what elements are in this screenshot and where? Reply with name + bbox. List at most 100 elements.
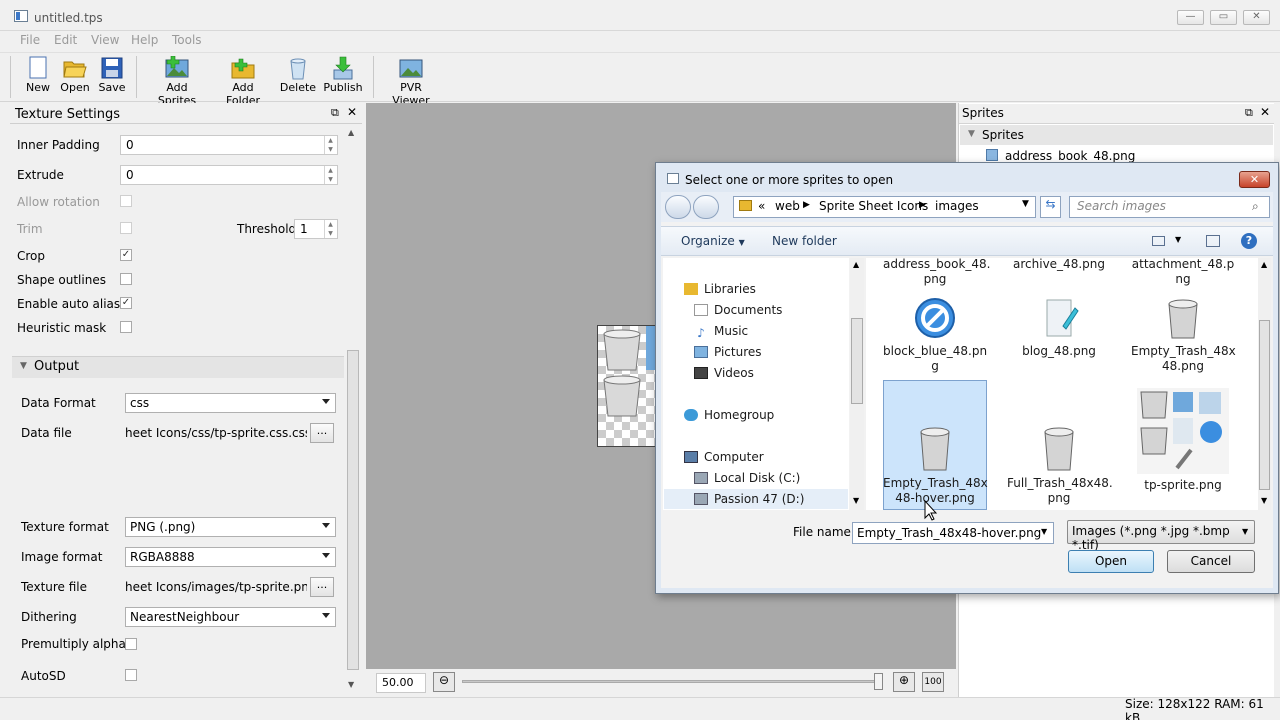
dithering-select[interactable]: NearestNeighbour <box>125 607 336 627</box>
breadcrumb-separator-icon[interactable]: ▶ <box>803 200 810 210</box>
autosd-checkbox[interactable] <box>125 669 137 681</box>
refresh-icon[interactable]: ⇆ <box>1040 196 1061 218</box>
file-full-trash[interactable]: Full_Trash_48x48. png <box>1007 424 1113 506</box>
add-folder-button[interactable]: Add Folder <box>214 56 272 107</box>
scroll-down-icon[interactable]: ▼ <box>348 680 354 689</box>
zoom-input[interactable]: 50.00 <box>376 673 426 693</box>
delete-button[interactable]: Delete <box>279 56 317 98</box>
zoom-slider-handle[interactable] <box>874 673 883 690</box>
scroll-up-icon[interactable]: ▲ <box>853 260 859 269</box>
scroll-down-icon[interactable]: ▼ <box>1261 496 1267 505</box>
texture-file-path[interactable]: heet Icons/images/tp-sprite.png <box>125 580 307 594</box>
file-type-select[interactable]: Images (*.png *.jpg *.bmp *.tif) <box>1067 520 1255 552</box>
premultiply-alpha-checkbox[interactable] <box>125 638 137 650</box>
expand-triangle-icon[interactable]: ▼ <box>968 129 975 139</box>
tree-music[interactable]: ♪ Music <box>694 324 748 340</box>
file-empty-trash-hover[interactable]: Empty_Trash_48x 48-hover.png <box>883 424 988 506</box>
search-icon[interactable]: ⌕ <box>1252 199 1259 214</box>
breadcrumb-separator-icon[interactable]: ▶ <box>919 200 926 210</box>
texture-format-select[interactable]: PNG (.png) <box>125 517 336 537</box>
preview-pane-icon[interactable] <box>1206 235 1220 247</box>
tree-homegroup[interactable]: Homegroup <box>684 408 774 422</box>
tree-passion-drive[interactable]: Passion 47 (D:) <box>694 492 804 506</box>
scroll-down-icon[interactable]: ▼ <box>853 496 859 505</box>
tree-pictures[interactable]: Pictures <box>694 345 762 359</box>
menu-tools[interactable]: Tools <box>172 33 202 47</box>
tree-documents[interactable]: Documents <box>694 303 782 317</box>
tree-scrollbar[interactable]: ▲ ▼ <box>850 258 864 510</box>
file-type-dropdown-icon[interactable]: ▼ <box>1242 527 1248 536</box>
back-button[interactable] <box>665 195 691 219</box>
file-empty-trash[interactable]: Empty_Trash_48x 48.png <box>1131 296 1236 374</box>
crop-checkbox[interactable]: ✓ <box>120 249 132 261</box>
dialog-close-button[interactable]: ✕ <box>1239 171 1270 188</box>
heuristic-mask-checkbox[interactable] <box>120 321 132 333</box>
view-options-icon[interactable] <box>1152 236 1165 246</box>
data-format-select[interactable]: css <box>125 393 336 413</box>
sprite-list-item[interactable]: address_book_48.png <box>1005 149 1135 163</box>
tree-videos[interactable]: Videos <box>694 366 754 380</box>
scroll-up-icon[interactable]: ▲ <box>1261 260 1267 269</box>
zoom-slider-track[interactable] <box>462 680 877 683</box>
organize-menu[interactable]: Organize ▼ <box>681 234 745 248</box>
close-panel-icon[interactable]: ✕ <box>1260 105 1270 119</box>
inner-padding-input[interactable]: 0 <box>120 135 338 155</box>
data-file-path[interactable]: heet Icons/css/tp-sprite.css.css <box>125 426 307 440</box>
tree-local-disk[interactable]: Local Disk (C:) <box>694 471 800 485</box>
file-attachment[interactable]: attachment_48.p ng <box>1131 257 1235 287</box>
collapse-triangle-icon[interactable]: ▼ <box>20 361 27 371</box>
file-name-dropdown-icon[interactable]: ▼ <box>1041 527 1047 536</box>
extrude-spinner[interactable]: ▲ ▼ <box>324 166 336 184</box>
menu-file[interactable]: File <box>20 33 40 47</box>
allow-rotation-checkbox[interactable] <box>120 195 132 207</box>
new-folder-button[interactable]: New folder <box>772 234 837 248</box>
threshold-spinner[interactable]: ▲ ▼ <box>324 220 336 238</box>
close-button[interactable]: ✕ <box>1243 10 1270 25</box>
view-dropdown-icon[interactable]: ▼ <box>1175 235 1181 244</box>
close-panel-icon[interactable]: ✕ <box>347 105 357 119</box>
pvr-viewer-button[interactable]: PVR Viewer <box>382 56 440 107</box>
data-file-browse-button[interactable]: ... <box>310 423 334 443</box>
file-address-book[interactable]: address_book_48. png <box>883 257 990 287</box>
float-panel-icon[interactable]: ⧉ <box>1245 106 1253 120</box>
new-button[interactable]: New <box>24 56 52 98</box>
scroll-up-icon[interactable]: ▲ <box>348 128 354 137</box>
help-icon[interactable]: ? <box>1241 233 1257 249</box>
image-format-select[interactable]: RGBA8888 <box>125 547 336 567</box>
cancel-button[interactable]: Cancel <box>1167 550 1255 573</box>
maximize-button[interactable]: ▭ <box>1210 10 1237 25</box>
open-button-dialog[interactable]: Open <box>1068 550 1154 573</box>
scrollbar-thumb[interactable] <box>1259 320 1270 490</box>
scrollbar-thumb[interactable] <box>851 318 863 404</box>
zoom-in-icon[interactable]: ⊕ <box>893 672 915 692</box>
address-dropdown-icon[interactable]: ▼ <box>1022 199 1029 209</box>
menu-help[interactable]: Help <box>131 33 158 47</box>
breadcrumb-images[interactable]: images <box>935 199 979 213</box>
breadcrumb-web[interactable]: web <box>775 199 800 213</box>
scrollbar-thumb[interactable] <box>347 350 359 670</box>
forward-button[interactable] <box>693 195 719 219</box>
shape-outlines-checkbox[interactable] <box>120 273 132 285</box>
file-blog[interactable]: blog_48.png <box>1007 296 1111 359</box>
open-button[interactable]: Open <box>58 56 92 98</box>
add-sprites-button[interactable]: Add Sprites <box>146 56 208 107</box>
breadcrumb-sprite-sheet-icons[interactable]: Sprite Sheet Icons <box>819 199 928 213</box>
extrude-input[interactable]: 0 <box>120 165 338 185</box>
file-block-blue[interactable]: block_blue_48.pn g <box>883 296 987 374</box>
zoom-out-icon[interactable]: ⊖ <box>433 672 455 692</box>
publish-button[interactable]: Publish <box>323 56 363 98</box>
tree-computer[interactable]: Computer <box>684 450 764 464</box>
breadcrumb-overflow[interactable]: « <box>758 199 765 213</box>
files-scrollbar[interactable]: ▲ ▼ <box>1258 258 1271 510</box>
float-panel-icon[interactable]: ⧉ <box>331 106 339 120</box>
file-name-input[interactable]: Empty_Trash_48x48-hover.png <box>852 522 1054 544</box>
texture-file-browse-button[interactable]: ... <box>310 577 334 597</box>
inner-padding-spinner[interactable]: ▲ ▼ <box>324 136 336 154</box>
enable-auto-alias-checkbox[interactable]: ✓ <box>120 297 132 309</box>
menu-view[interactable]: View <box>91 33 119 47</box>
minimize-button[interactable]: — <box>1177 10 1204 25</box>
save-button[interactable]: Save <box>98 56 126 98</box>
left-panel-scrollbar[interactable]: ▲ ▼ <box>346 128 360 694</box>
trim-checkbox[interactable] <box>120 222 132 234</box>
file-archive[interactable]: archive_48.png <box>1007 257 1111 272</box>
